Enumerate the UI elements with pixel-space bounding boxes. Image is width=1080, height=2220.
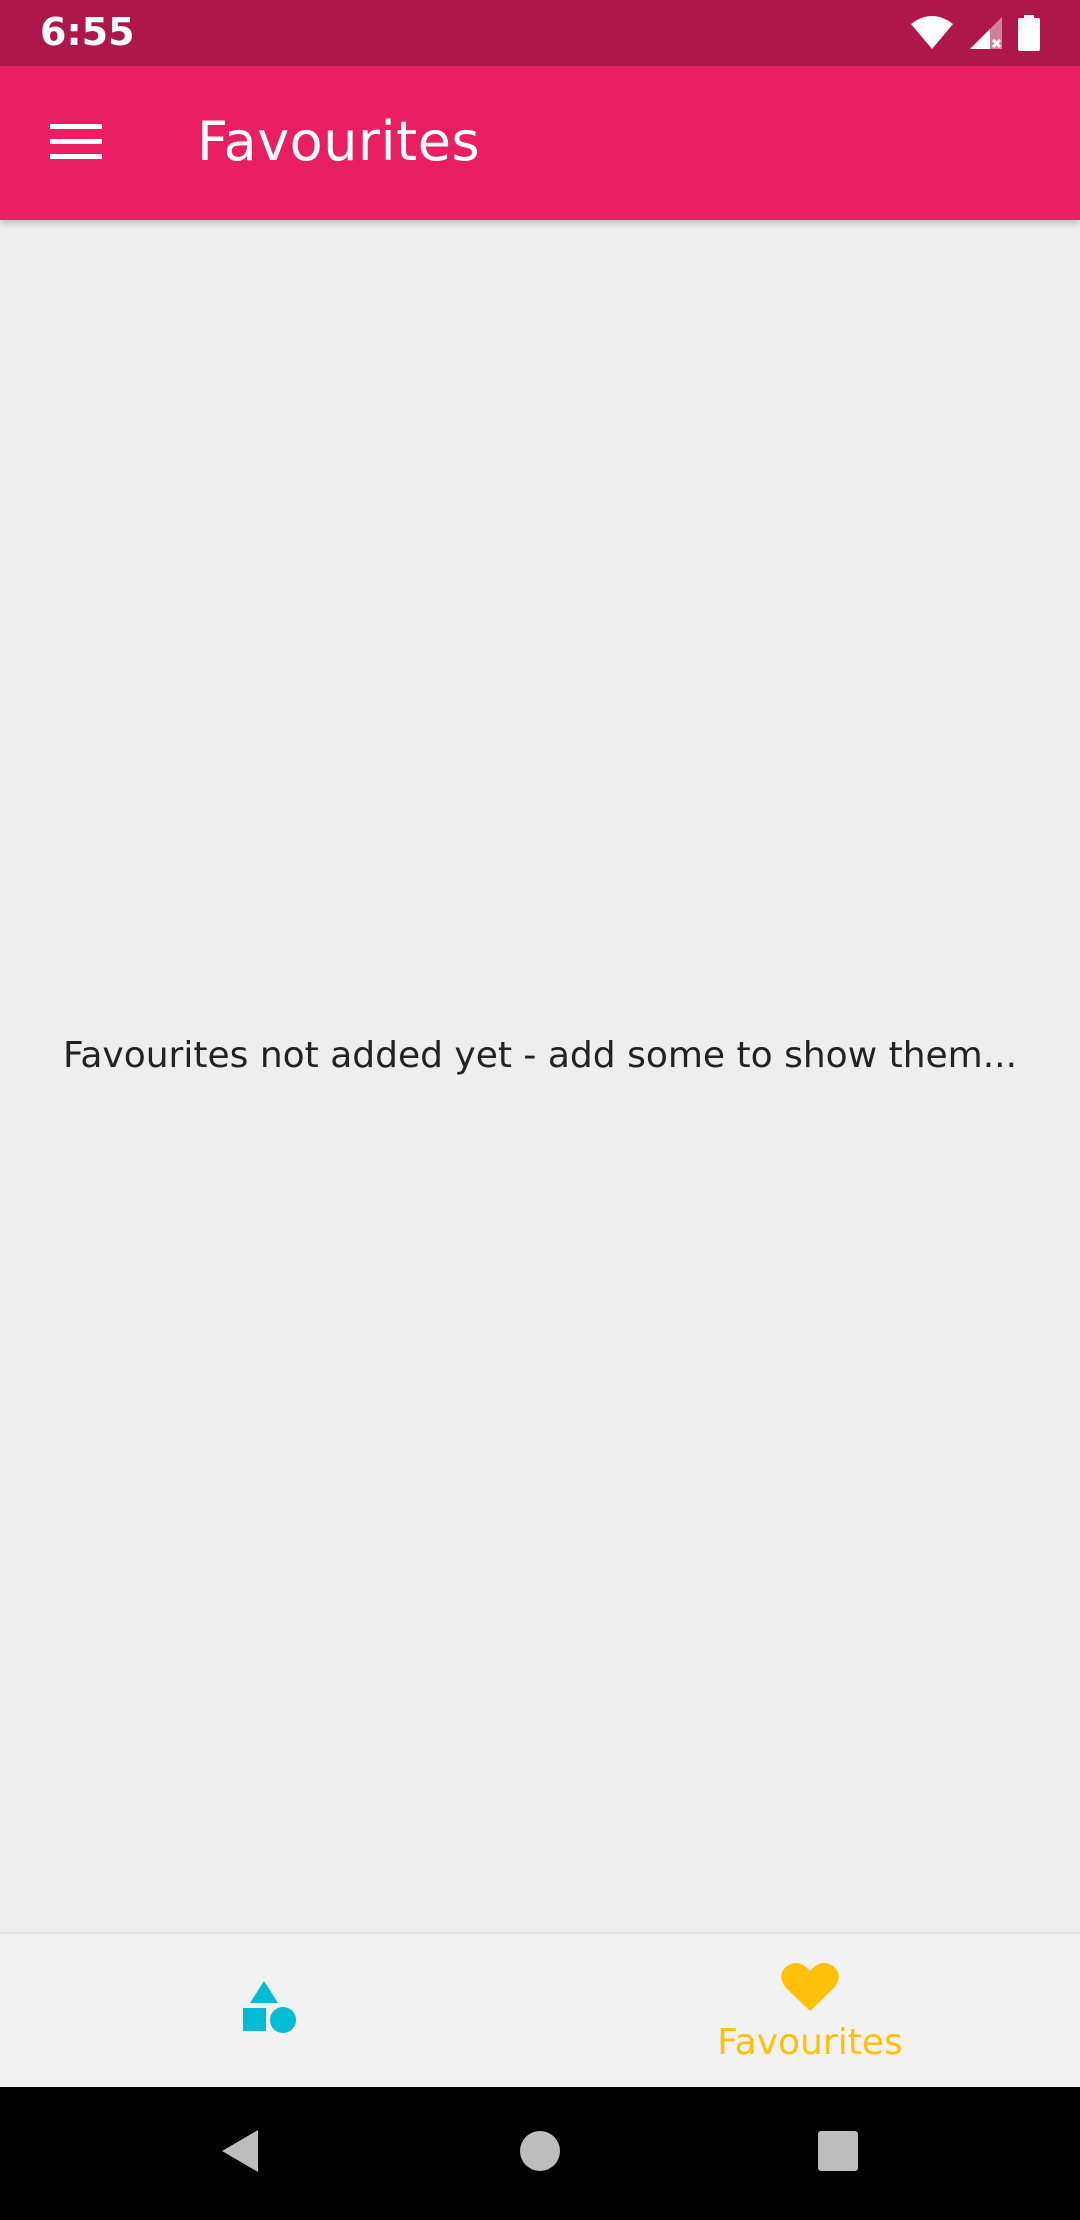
tab-favourites-label: Favourites — [717, 2021, 903, 2063]
system-navigation-bar — [0, 2087, 1080, 2220]
status-bar: 6:55 — [0, 0, 1080, 66]
page-title: Favourites — [197, 110, 481, 173]
home-button[interactable] — [500, 2117, 580, 2189]
bottom-navigation: Favourites — [0, 1932, 1080, 2087]
favourites-content: Favourites not added yet - add some to s… — [0, 220, 1080, 1932]
heart-icon — [780, 1961, 840, 2018]
status-time: 6:55 — [40, 10, 135, 54]
menu-button[interactable] — [32, 109, 120, 177]
wifi-icon — [910, 16, 954, 50]
hamburger-menu-icon — [50, 122, 102, 165]
app-bar: Favourites — [0, 66, 1080, 220]
home-icon — [519, 2130, 561, 2177]
empty-state-message: Favourites not added yet - add some to s… — [62, 1034, 1018, 1076]
tab-categories[interactable] — [0, 1934, 540, 2089]
back-icon — [220, 2128, 260, 2179]
shapes-icon — [240, 1979, 300, 2044]
recents-icon — [817, 2130, 859, 2177]
cell-signal-icon — [968, 15, 1004, 51]
status-icons — [910, 14, 1040, 52]
back-button[interactable] — [200, 2117, 280, 2189]
recents-button[interactable] — [798, 2117, 878, 2189]
tab-favourites[interactable]: Favourites — [540, 1934, 1080, 2089]
battery-icon — [1018, 15, 1040, 51]
